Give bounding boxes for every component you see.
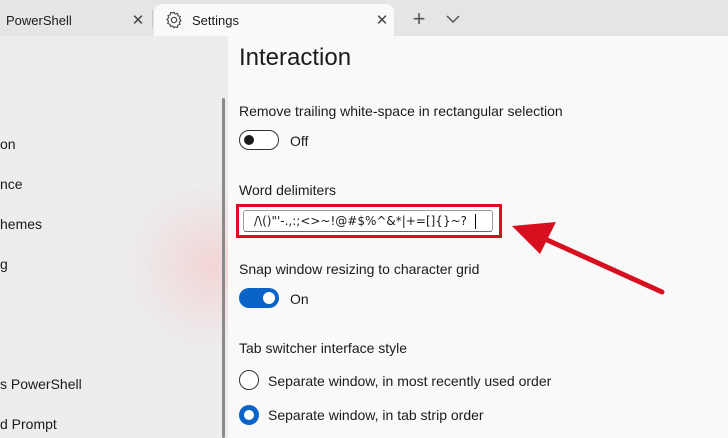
word-delimiters-label: Word delimiters <box>239 182 336 198</box>
radio-label[interactable]: Separate window, in tab strip order <box>268 407 484 423</box>
sidebar: on nce hemes g s PowerShell d Prompt <box>0 36 228 438</box>
sidebar-glow <box>120 186 228 346</box>
highlight-box <box>236 204 502 238</box>
word-delimiters-input[interactable] <box>243 210 493 232</box>
toggle-knob <box>263 292 275 304</box>
sidebar-item[interactable]: on <box>0 136 16 152</box>
sidebar-scrollbar[interactable] <box>222 98 225 438</box>
sidebar-item[interactable]: nce <box>0 176 23 192</box>
close-icon[interactable]: ✕ <box>126 11 150 29</box>
new-tab-button[interactable]: + <box>406 6 432 32</box>
snap-resize-label: Snap window resizing to character grid <box>239 261 480 277</box>
tab-switcher-label: Tab switcher interface style <box>239 340 408 356</box>
page-title: Interaction <box>239 44 352 71</box>
chevron-down-icon[interactable] <box>440 6 466 32</box>
tab-separator <box>152 10 153 28</box>
radio-tab-strip-order[interactable] <box>239 405 259 425</box>
toggle-state: On <box>290 291 309 307</box>
arrow-annotation-icon <box>512 222 665 295</box>
radio-dot <box>244 410 254 420</box>
toggle-state: Off <box>290 133 309 149</box>
text-caret <box>475 214 476 229</box>
tab-title: PowerShell <box>6 12 72 28</box>
snap-resize-toggle[interactable] <box>239 288 279 308</box>
tab-powershell[interactable]: PowerShell ✕ <box>0 4 150 36</box>
sidebar-item[interactable]: d Prompt <box>0 416 57 432</box>
close-icon[interactable]: ✕ <box>370 11 394 29</box>
trailing-whitespace-toggle[interactable] <box>239 130 279 150</box>
sidebar-item[interactable]: g <box>0 256 8 272</box>
trailing-whitespace-label: Remove trailing white-space in rectangul… <box>239 103 563 119</box>
radio-mru-order[interactable] <box>239 370 259 390</box>
gear-icon <box>166 11 182 29</box>
tab-title: Settings <box>192 12 239 28</box>
sidebar-item[interactable]: s PowerShell <box>0 376 82 392</box>
radio-label[interactable]: Separate window, in most recently used o… <box>268 373 551 389</box>
settings-content: Interaction Remove trailing white-space … <box>228 36 728 438</box>
tab-settings[interactable]: Settings ✕ <box>154 4 394 36</box>
sidebar-item[interactable]: hemes <box>0 216 42 232</box>
toggle-knob <box>244 135 254 145</box>
tab-bar: PowerShell ✕ Settings ✕ + <box>0 0 728 36</box>
